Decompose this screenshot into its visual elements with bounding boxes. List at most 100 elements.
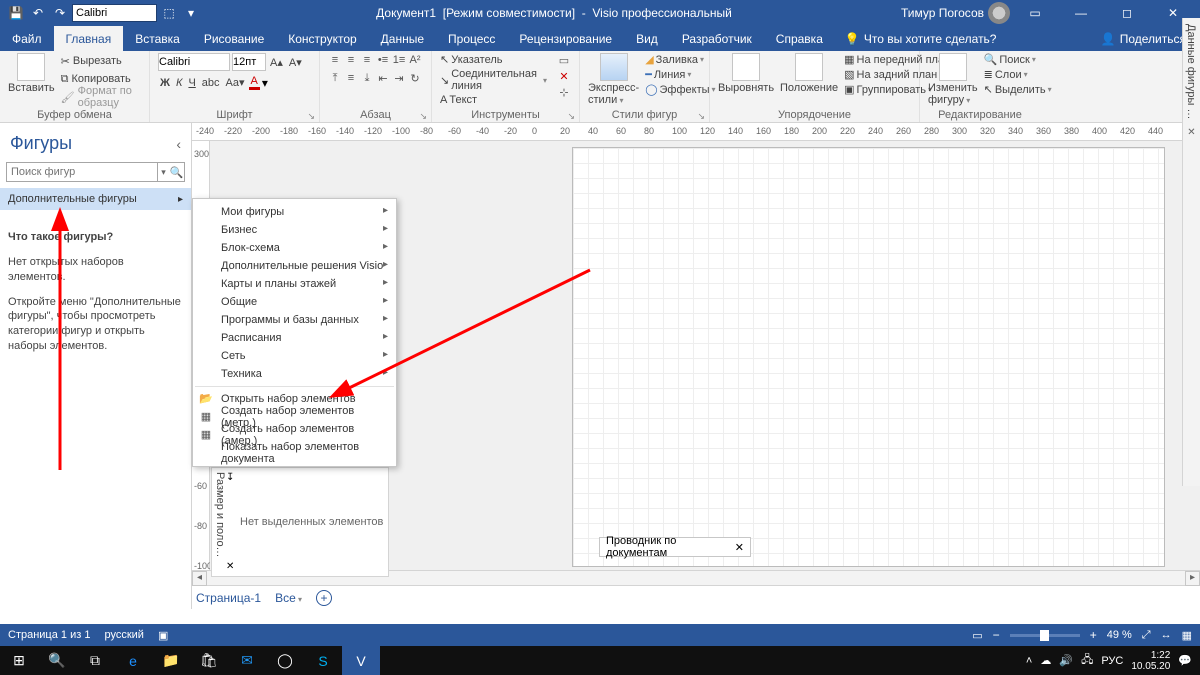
flyout-my-shapes[interactable]: Мои фигуры [193,203,396,221]
valign-bot-icon[interactable]: ⤓ [360,71,374,85]
add-page-button[interactable]: + [316,590,332,606]
tab-data[interactable]: Данные [369,26,436,51]
shape-data-side-tab[interactable]: Данные фигуры … ✕ [1182,18,1200,486]
document-explorer-toolbar[interactable]: Проводник по документам✕ [599,537,751,557]
pan-zoom-icon[interactable]: ▦ [1182,629,1192,642]
close-icon[interactable]: ✕ [1183,127,1200,138]
tab-developer[interactable]: Разработчик [670,26,764,51]
page-tab-1[interactable]: Страница-1 [196,591,261,605]
align-center-icon[interactable]: ≡ [344,53,358,67]
undo-icon[interactable]: ↶ [28,3,48,23]
inc-indent-icon[interactable]: ⇥ [392,71,406,85]
tab-review[interactable]: Рецензирование [507,26,624,51]
action-center-icon[interactable]: 💬 [1178,654,1192,667]
rotate-text-icon[interactable]: ↻ [408,71,422,85]
flyout-extras[interactable]: Дополнительные решения Visio [193,257,396,275]
tab-file[interactable]: Файл [0,26,54,51]
tools-launcher-icon[interactable]: ↘ [567,109,575,123]
save-icon[interactable]: 💾 [6,3,26,23]
explorer-icon[interactable]: 📁 [152,646,190,675]
position-button[interactable]: Положение [780,53,838,94]
zoom-slider[interactable] [1010,634,1080,637]
flyout-business[interactable]: Бизнес [193,221,396,239]
flyout-network[interactable]: Сеть [193,347,396,365]
tray-clock[interactable]: 1:2210.05.20 [1131,650,1170,672]
line-button[interactable]: ━Линия [645,68,715,81]
dec-indent-icon[interactable]: ⇤ [376,71,390,85]
edge-icon[interactable]: e [114,646,152,675]
qat-customize-icon[interactable]: ▾ [181,3,201,23]
flyout-show-doc-stencil[interactable]: Показать набор элементов документа [193,444,396,462]
tab-process[interactable]: Процесс [436,26,507,51]
shrink-font-icon[interactable]: A▾ [287,56,304,69]
search-dropdown-icon[interactable]: ▾ [158,162,169,182]
italic-button[interactable]: К [174,77,184,89]
all-pages-dropdown[interactable]: Все [275,591,302,605]
tab-design[interactable]: Конструктор [276,26,368,51]
delete-connector-icon[interactable]: ✕ [557,69,571,83]
network-icon[interactable]: 🖧 [1081,651,1093,670]
zoom-in-icon[interactable]: + [1090,628,1097,642]
more-shapes-row[interactable]: Дополнительные фигуры▸ [0,188,191,210]
fill-button[interactable]: ◢Заливка [645,53,715,66]
macro-record-icon[interactable]: ▣ [158,629,168,642]
tab-draw[interactable]: Рисование [192,26,276,51]
strike-button[interactable]: abc [200,77,222,89]
tell-me[interactable]: 💡Что вы хотите сделать? [845,26,997,51]
search-go-icon[interactable]: 🔍 [169,162,185,182]
numbering-icon[interactable]: 1≡ [392,53,406,67]
valign-mid-icon[interactable]: ≡ [344,71,358,85]
flyout-schedule[interactable]: Расписания [193,329,396,347]
flyout-engineering[interactable]: Техника [193,365,396,383]
size-position-panel[interactable]: Размер и поло… ↧ ✕ Нет выделенных элемен… [211,467,389,577]
layers-button[interactable]: ≣Слои [984,68,1052,81]
task-view-icon[interactable]: ⧉ [76,646,114,675]
flyout-general[interactable]: Общие [193,293,396,311]
select-button[interactable]: ↖Выделить [984,83,1052,96]
shapes-search-input[interactable] [6,162,158,182]
cut-button[interactable]: ✂Вырезать [61,53,141,69]
superscript-icon[interactable]: A² [408,53,422,67]
qat-font-input[interactable] [72,4,157,22]
find-button[interactable]: 🔍Поиск [984,53,1052,66]
redo-icon[interactable]: ↷ [50,3,70,23]
font-name-input[interactable] [158,53,230,71]
ribbon-display-icon[interactable]: ▭ [1014,0,1056,26]
zoom-out-icon[interactable]: − [993,628,1000,642]
touch-mode-icon[interactable]: ⬚ [159,3,179,23]
volume-icon[interactable]: 🔊 [1059,654,1073,667]
font-color-button[interactable]: A [249,75,260,90]
ss-launcher-icon[interactable]: ↘ [697,109,705,123]
close-icon[interactable]: ✕ [226,561,234,572]
connector-tool[interactable]: ↘Соединительная линия [440,68,547,92]
text-tool[interactable]: AТекст [440,94,547,106]
tab-insert[interactable]: Вставка [123,26,192,51]
taskbar-search-icon[interactable]: 🔍 [38,646,76,675]
grow-font-icon[interactable]: A▴ [268,56,285,69]
quick-styles-button[interactable]: Экспресс-стили [588,53,639,106]
minimize-button[interactable]: — [1060,0,1102,26]
status-language[interactable]: русский [104,629,143,641]
close-icon[interactable]: ✕ [735,541,744,554]
tab-home[interactable]: Главная [54,26,124,51]
maximize-button[interactable]: ◻ [1106,0,1148,26]
case-button[interactable]: Aa▾ [224,76,247,89]
valign-top-icon[interactable]: ⤒ [328,71,342,85]
align-left-icon[interactable]: ≡ [328,53,342,67]
flyout-maps[interactable]: Карты и планы этажей [193,275,396,293]
pin-icon[interactable]: ↧ [226,472,234,483]
skype-icon[interactable]: S [304,646,342,675]
connection-point-icon[interactable]: ⊹ [557,85,571,99]
tab-help[interactable]: Справка [764,26,835,51]
align-right-icon[interactable]: ≡ [360,53,374,67]
rectangle-tool-icon[interactable]: ▭ [557,53,571,67]
bullets-icon[interactable]: •≡ [376,53,390,67]
format-painter-button[interactable]: 🖌Формат по образцу [61,89,141,105]
flyout-software[interactable]: Программы и базы данных [193,311,396,329]
fit-width-icon[interactable]: ↔ [1161,629,1172,641]
effects-button[interactable]: ◯Эффекты [645,83,715,96]
scroll-right-icon[interactable]: ▸ [1185,571,1200,586]
font-launcher-icon[interactable]: ↘ [307,109,315,123]
start-button[interactable]: ⊞ [0,646,38,675]
tab-view[interactable]: Вид [624,26,670,51]
